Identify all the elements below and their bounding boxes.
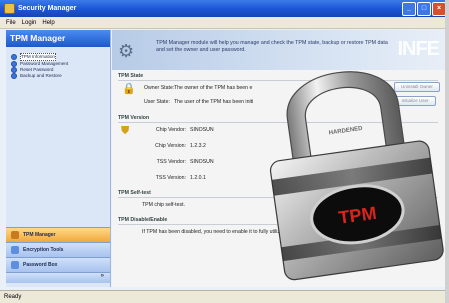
- lock-icon: [11, 261, 19, 269]
- window-title: Security Manager: [18, 5, 77, 12]
- sidebar: TPM Manager TPM Information Password Man…: [6, 30, 111, 287]
- lock-icon: 🔒: [122, 83, 136, 95]
- section-tpm-state: TPM State: [118, 73, 144, 79]
- tss-version-label: TSS Version:: [155, 175, 186, 181]
- menu-help[interactable]: Help: [42, 20, 54, 26]
- status-bar: Ready: [0, 290, 449, 303]
- user-state-value: The user of the TPM has been initi: [174, 99, 254, 105]
- tss-vendor-label: TSS Vendor:: [156, 159, 186, 165]
- menu-login[interactable]: Login: [22, 20, 37, 26]
- brand-watermark: INFE: [397, 38, 440, 60]
- close-button[interactable]: ×: [432, 2, 446, 16]
- title-bar: Security Manager _ □ ×: [0, 0, 449, 17]
- chip-vendor-label: Chip Vendor:: [156, 127, 186, 133]
- shield-icon: ⛊: [121, 125, 130, 137]
- section-tpm-version: TPM Version: [118, 115, 150, 121]
- user-state-label: User State:: [144, 99, 170, 105]
- bullet-icon: [11, 54, 17, 60]
- tss-version-value: 1.2.0.1: [190, 175, 206, 181]
- minimize-button[interactable]: _: [402, 2, 416, 16]
- sidebar-item-backup-restore[interactable]: Backup and Restore: [11, 73, 110, 79]
- nav-password-box[interactable]: Password Box: [6, 257, 110, 272]
- section-disable-enable: TPM Disable/Enable: [118, 217, 168, 223]
- owner-state-label: Owner State:: [144, 85, 175, 91]
- tss-vendor-value: SINOSUN: [190, 159, 214, 165]
- banner-text: TPM Manager module will help you manage …: [156, 40, 388, 53]
- chip-icon: [11, 231, 19, 239]
- nav-expand-button[interactable]: »: [6, 272, 110, 283]
- sidebar-item-tpm-information[interactable]: TPM Information: [11, 53, 110, 61]
- sidebar-title: TPM Manager: [6, 30, 110, 47]
- chip-vendor-value: SINOSUN: [190, 127, 214, 133]
- owner-state-value: The owner of the TPM has been e: [174, 85, 253, 91]
- nav-tpm-manager[interactable]: TPM Manager: [6, 227, 110, 242]
- chip-version-value: 1.2.3.2: [190, 143, 206, 149]
- tools-icon: ⚙: [118, 41, 135, 61]
- menu-file[interactable]: File: [6, 20, 16, 26]
- disable-button[interactable]: Disable: [394, 227, 436, 237]
- maximize-button[interactable]: □: [417, 2, 431, 16]
- initialize-user-button[interactable]: Initialize User: [394, 96, 436, 106]
- menu-bar: File Login Help: [0, 17, 449, 29]
- self-test-text: TPM chip self-test.: [142, 202, 185, 208]
- nav-encryption-tools[interactable]: Encryption Tools: [6, 242, 110, 257]
- app-window: Security Manager _ □ × File Login Help T…: [0, 0, 449, 303]
- info-banner: ⚙ TPM Manager module will help you manag…: [112, 30, 445, 70]
- key-icon: [11, 246, 19, 254]
- section-self-test: TPM Self-test: [118, 190, 151, 196]
- disable-enable-text: If TPM has been disabled, you need to en…: [142, 229, 281, 235]
- app-icon: [4, 3, 15, 14]
- chip-version-label: Chip Version:: [155, 143, 186, 149]
- status-text: Ready: [4, 294, 22, 300]
- main-panel: ⚙ TPM Manager module will help you manag…: [112, 30, 445, 287]
- bullet-icon: [11, 73, 17, 79]
- uninstall-owner-button[interactable]: Uninstall Owner: [394, 82, 440, 92]
